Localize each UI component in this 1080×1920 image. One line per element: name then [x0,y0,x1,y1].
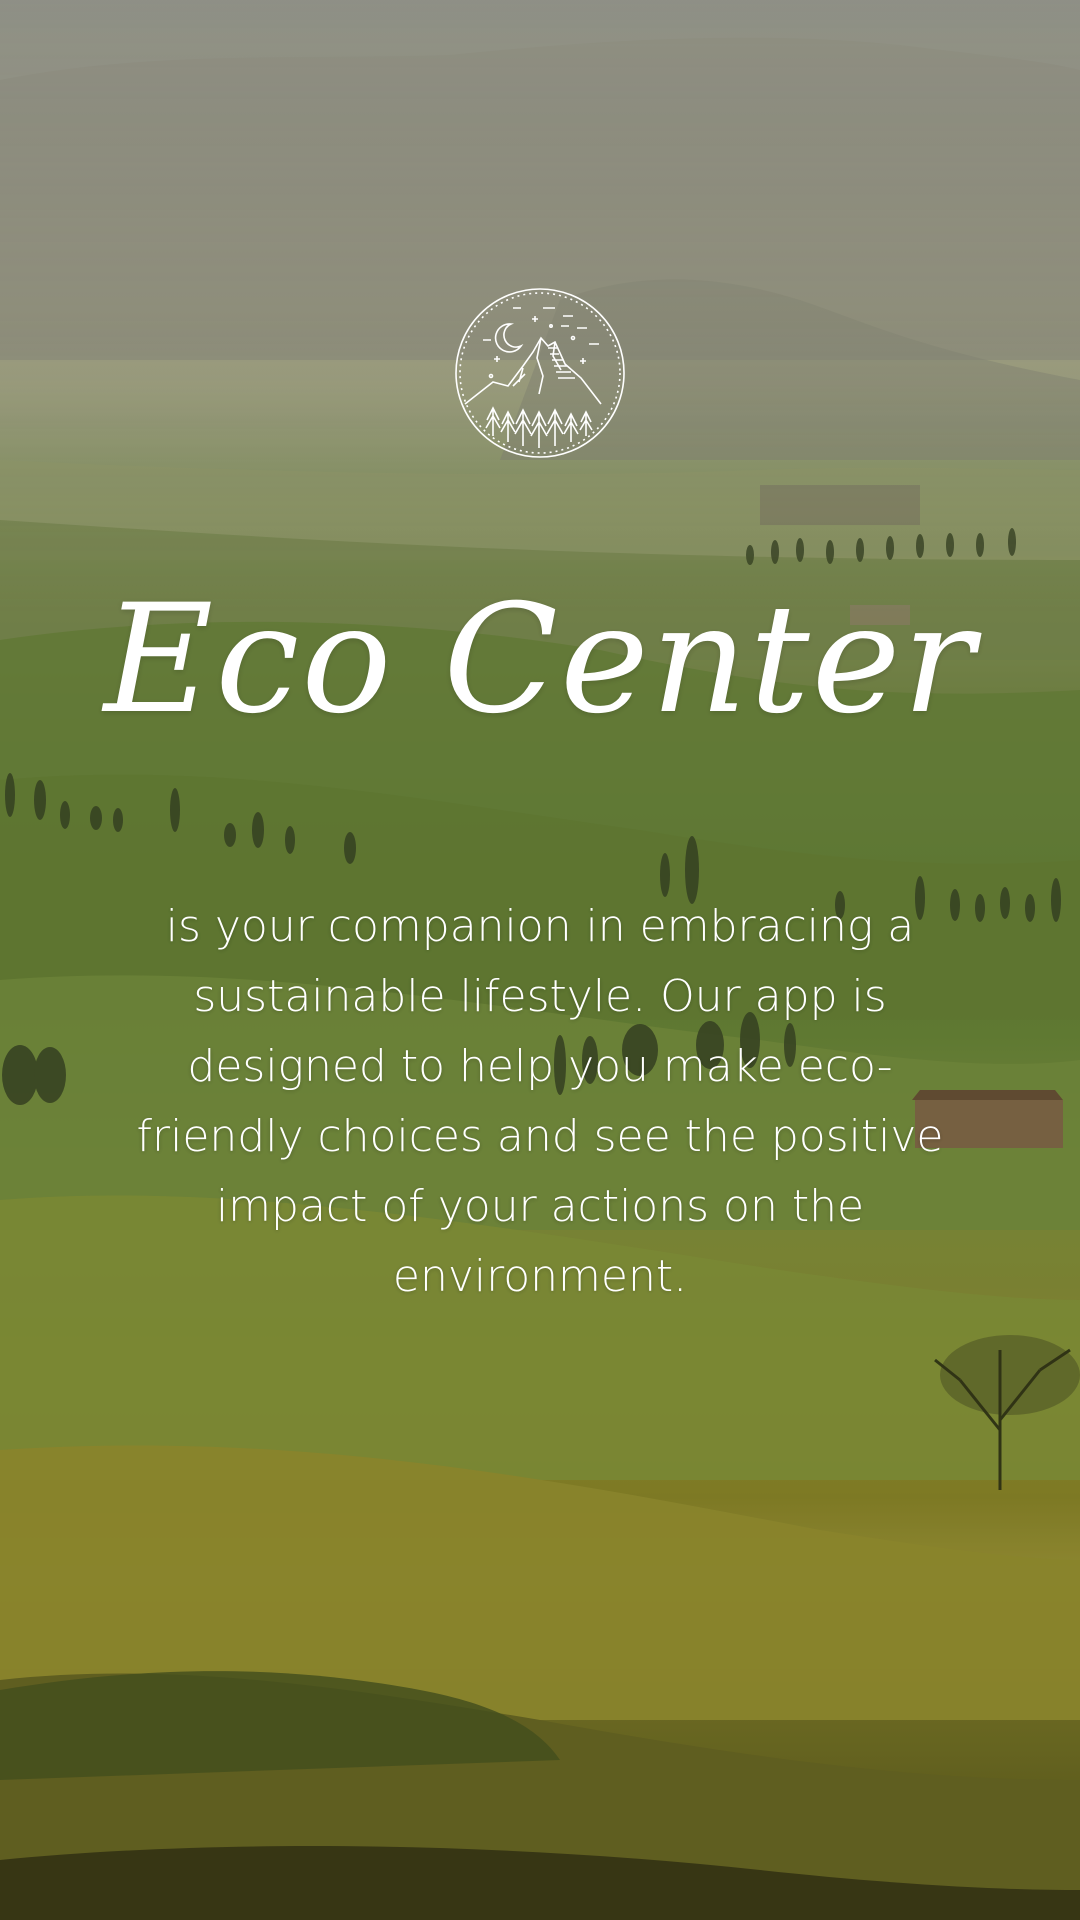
mountain-night-sky-emblem-icon [455,288,625,458]
app-title: Eco Center [103,573,977,747]
app-description: is your companion in embracing a sustain… [136,901,944,1302]
splash-screen: Eco Center is your companion in embracin… [0,0,1080,1920]
